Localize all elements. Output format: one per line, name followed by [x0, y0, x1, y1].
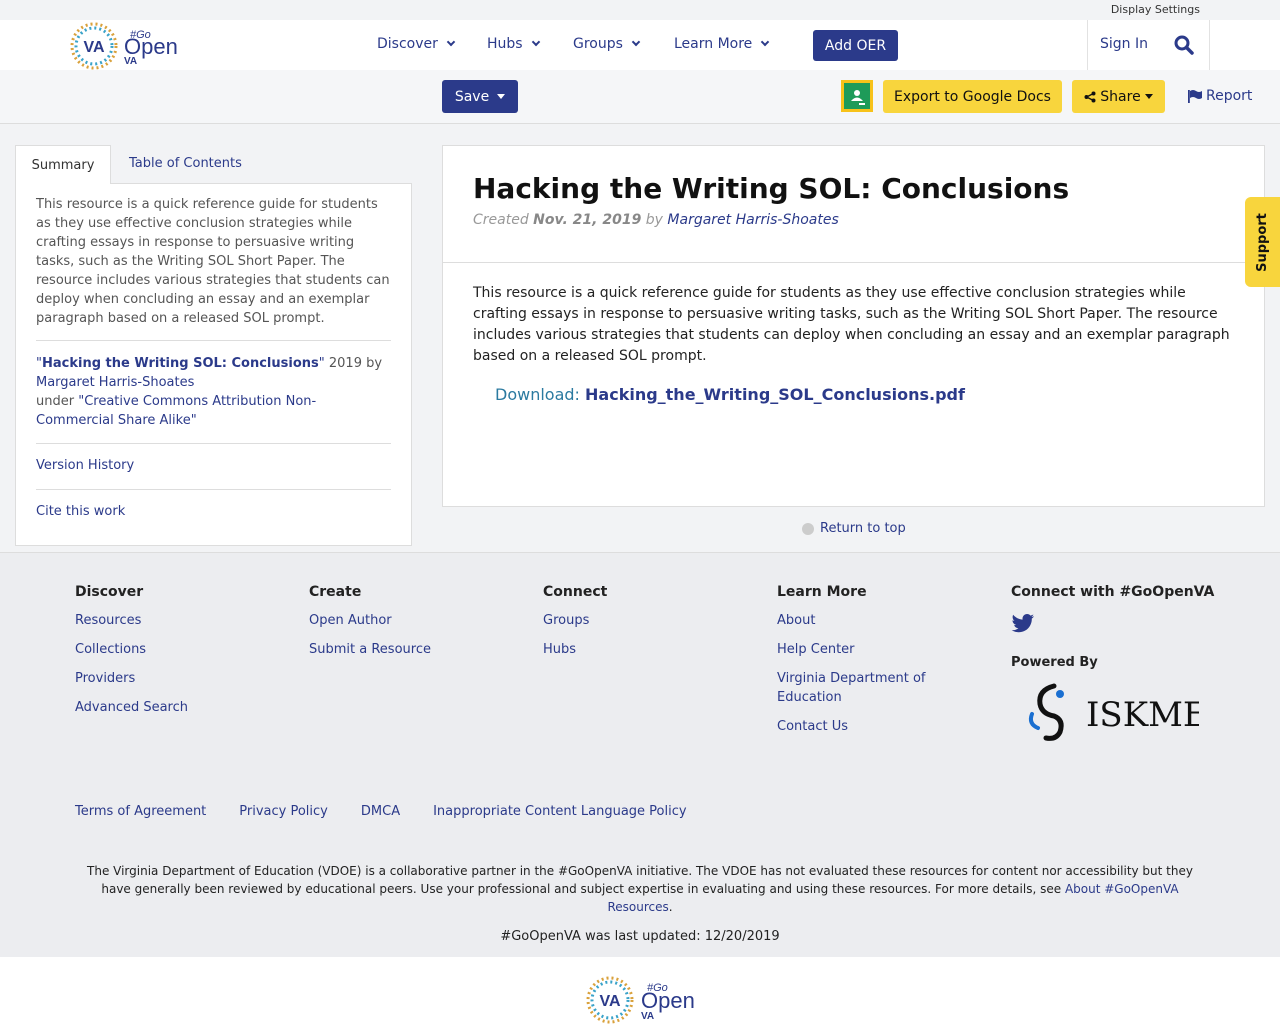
caret-down-icon	[497, 94, 506, 99]
logo-va: VA	[83, 39, 104, 56]
attribution-under: under	[36, 394, 75, 409]
chevron-down-icon	[531, 37, 540, 47]
footer-link-collections[interactable]: Collections	[75, 640, 146, 659]
logo-va-small: VA	[124, 56, 137, 67]
download-label: Download:	[495, 385, 580, 404]
nav-groups[interactable]: Groups	[573, 36, 641, 52]
search-icon[interactable]	[1174, 35, 1194, 59]
version-history-link[interactable]: Version History	[36, 458, 134, 473]
nav-learn-more-label: Learn More	[674, 36, 753, 52]
created-label: Created	[473, 212, 529, 228]
attribution: "Hacking the Writing SOL: Conclusions" 2…	[36, 354, 392, 430]
twitter-icon[interactable]	[1011, 614, 1035, 638]
support-label: Support	[1255, 212, 1271, 272]
powered-by-label: Powered By	[1011, 655, 1098, 670]
iskme-logo[interactable]: ISKME	[1024, 682, 1208, 744]
vdoe-disclaimer: The Virginia Department of Education (VD…	[75, 862, 1205, 916]
footer-heading-discover: Discover	[75, 584, 144, 600]
created-by: by	[645, 212, 663, 228]
sign-in-link[interactable]: Sign In	[1100, 36, 1148, 52]
nav-learn-more[interactable]: Learn More	[674, 36, 770, 52]
share-label: Share	[1100, 88, 1141, 105]
nav-discover-label: Discover	[377, 36, 438, 52]
footer-link-groups[interactable]: Groups	[543, 611, 589, 630]
return-to-top-link[interactable]: Return to top	[802, 521, 906, 536]
cite-work-link[interactable]: Cite this work	[36, 504, 125, 519]
attribution-title-link[interactable]: "Hacking the Writing SOL: Conclusions"	[36, 356, 325, 371]
footer-link-open-author[interactable]: Open Author	[309, 611, 392, 630]
chevron-down-icon	[631, 37, 641, 47]
chevron-down-icon	[761, 37, 770, 47]
created-meta: Created Nov. 21, 2019 by Margaret Harris…	[473, 212, 839, 228]
attribution-title: Hacking the Writing SOL: Conclusions	[41, 356, 319, 371]
attribution-year: 2019 by	[328, 356, 383, 371]
return-to-top-label: Return to top	[820, 521, 906, 536]
footer-link-help-center[interactable]: Help Center	[777, 640, 855, 659]
save-label: Save	[454, 88, 490, 105]
footer-link-submit-resource[interactable]: Submit a Resource	[309, 640, 431, 659]
google-classroom-button[interactable]	[841, 80, 873, 112]
privacy-link[interactable]: Privacy Policy	[239, 804, 328, 819]
share-icon	[1084, 91, 1096, 102]
goopenva-logo[interactable]: VA #Go Open VA	[70, 22, 180, 70]
page-title: Hacking the Writing SOL: Conclusions	[473, 172, 1070, 205]
footer-heading-connect-goopenva: Connect with #GoOpenVA	[1011, 584, 1215, 600]
logo-open: Open	[641, 988, 695, 1013]
divider	[36, 489, 391, 490]
vdoe-period: .	[668, 900, 673, 914]
support-tab[interactable]: Support	[1245, 197, 1280, 287]
display-settings-link[interactable]: Display Settings	[1111, 3, 1200, 16]
chevron-down-icon	[446, 37, 456, 47]
attribution-author-link[interactable]: Margaret Harris-Shoates	[36, 375, 194, 390]
last-updated: #GoOpenVA was last updated: 12/20/2019	[500, 929, 780, 944]
share-button[interactable]: Share	[1072, 80, 1165, 113]
author-link[interactable]: Margaret Harris-Shoates	[667, 212, 838, 228]
divider	[36, 443, 391, 444]
dmca-link[interactable]: DMCA	[361, 804, 400, 819]
logo-va: VA	[599, 993, 620, 1010]
nav-hubs[interactable]: Hubs	[487, 36, 540, 52]
download-filename: Hacking_the_Writing_SOL_Conclusions.pdf	[585, 385, 965, 404]
created-date: Nov. 21, 2019	[533, 212, 642, 228]
nav-discover[interactable]: Discover	[377, 36, 456, 52]
chevron-up-icon	[802, 522, 814, 535]
caret-down-icon	[1144, 94, 1153, 99]
goopenva-logo-footer[interactable]: VA #Go Open VA	[585, 975, 697, 1024]
add-oer-button[interactable]: Add OER	[813, 30, 898, 61]
footer-link-contact-us[interactable]: Contact Us	[777, 717, 848, 736]
vdoe-text: The Virginia Department of Education (VD…	[87, 864, 1193, 896]
nav-hubs-label: Hubs	[487, 36, 523, 52]
license-link[interactable]: "Creative Commons Attribution Non-Commer…	[36, 394, 316, 428]
export-google-docs-button[interactable]: Export to Google Docs	[883, 80, 1062, 113]
footer-link-hubs[interactable]: Hubs	[543, 640, 576, 659]
tab-table-of-contents[interactable]: Table of Contents	[129, 156, 242, 171]
nav-groups-label: Groups	[573, 36, 623, 52]
divider	[36, 340, 391, 341]
logo-va-small: VA	[641, 1011, 654, 1022]
summary-text: This resource is a quick reference guide…	[36, 197, 390, 326]
resource-description: This resource is a quick reference guide…	[473, 285, 1230, 364]
footer-link-advanced-search[interactable]: Advanced Search	[75, 698, 188, 717]
flag-icon	[1188, 89, 1202, 103]
legal-links: Terms of Agreement Privacy Policy DMCA I…	[75, 804, 687, 819]
footer-heading-learn-more: Learn More	[777, 584, 867, 600]
top-strip	[0, 0, 1280, 20]
content-policy-link[interactable]: Inappropriate Content Language Policy	[433, 804, 686, 819]
license-label: Creative Commons Attribution Non-Commerc…	[36, 394, 317, 428]
iskme-wordmark: ISKME	[1086, 695, 1199, 735]
footer-link-resources[interactable]: Resources	[75, 611, 141, 630]
tab-summary[interactable]: Summary	[15, 145, 111, 184]
footer-link-providers[interactable]: Providers	[75, 669, 135, 688]
report-label: Report	[1206, 88, 1253, 104]
footer-link-about[interactable]: About	[777, 611, 815, 630]
download-link[interactable]: Download: Hacking_the_Writing_SOL_Conclu…	[495, 385, 965, 404]
footer-link-vdoe[interactable]: Virginia Department of Education	[777, 669, 947, 707]
report-link[interactable]: Report	[1188, 88, 1252, 104]
terms-link[interactable]: Terms of Agreement	[75, 804, 206, 819]
google-classroom-icon	[844, 83, 870, 109]
divider	[443, 262, 1264, 263]
save-button[interactable]: Save	[442, 80, 518, 113]
footer-heading-connect: Connect	[543, 584, 608, 600]
footer-heading-create: Create	[309, 584, 362, 600]
